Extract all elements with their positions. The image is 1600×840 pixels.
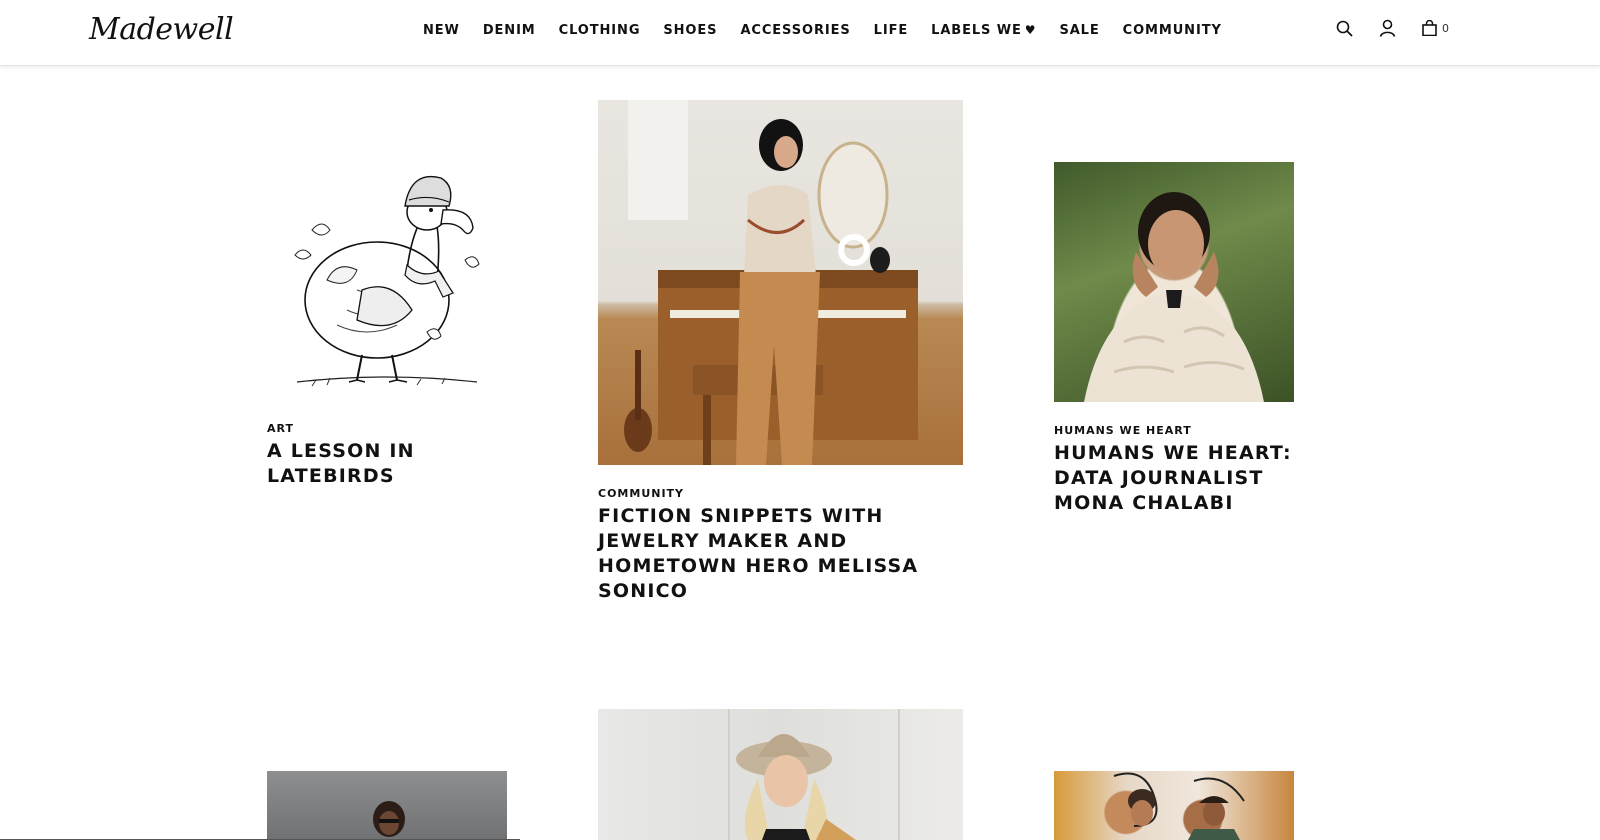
- nav-item-labels-we-heart[interactable]: LABELS WE ♥: [931, 23, 1036, 38]
- nav-item-life[interactable]: LIFE: [874, 23, 908, 38]
- nav-item-shoes[interactable]: SHOES: [663, 23, 717, 38]
- nav-item-sale[interactable]: SALE: [1059, 23, 1099, 38]
- article-card[interactable]: HUMANS WE HEART HUMANS WE HEART: DATA JO…: [1054, 162, 1294, 516]
- nav-item-new[interactable]: NEW: [423, 23, 460, 38]
- user-icon: [1379, 19, 1396, 37]
- heart-icon: ♥: [1024, 23, 1037, 37]
- dodo-illustration: [294, 175, 480, 387]
- article-image-piano[interactable]: [598, 100, 963, 465]
- article-image-bottom-left[interactable]: [267, 771, 507, 840]
- nav-item-clothing[interactable]: CLOTHING: [559, 23, 641, 38]
- woman-at-piano-photo: [624, 100, 918, 465]
- article-image-bottom-center[interactable]: [598, 709, 963, 840]
- account-button[interactable]: [1379, 19, 1396, 37]
- article-image-mona-chalabi[interactable]: [1054, 162, 1294, 402]
- article-category[interactable]: ART: [267, 422, 507, 435]
- bag-count: 0: [1442, 21, 1449, 35]
- article-image-bottom-right[interactable]: [1054, 771, 1294, 840]
- article-title[interactable]: HUMANS WE HEART: DATA JOURNALIST MONA CH…: [1054, 441, 1294, 516]
- article-card[interactable]: ART A LESSON IN LATEBIRDS: [267, 160, 507, 489]
- nav-item-community[interactable]: COMMUNITY: [1123, 23, 1222, 38]
- shopping-bag-icon: [1422, 20, 1437, 36]
- brand-logo[interactable]: Madewell: [89, 12, 234, 47]
- article-title[interactable]: FICTION SNIPPETS WITH JEWELRY MAKER AND …: [598, 504, 963, 604]
- header-utilities: 0: [1336, 19, 1449, 37]
- site-header: Madewell NEW DENIM CLOTHING SHOES ACCESS…: [0, 0, 1600, 66]
- woman-portrait-photo: [373, 801, 405, 837]
- article-card[interactable]: COMMUNITY FICTION SNIPPETS WITH JEWELRY …: [598, 100, 963, 604]
- article-title[interactable]: A LESSON IN LATEBIRDS: [267, 439, 507, 489]
- article-category[interactable]: HUMANS WE HEART: [1054, 424, 1294, 437]
- search-button[interactable]: [1336, 20, 1353, 37]
- nav-item-denim[interactable]: DENIM: [483, 23, 536, 38]
- bag-button[interactable]: 0: [1422, 20, 1449, 36]
- main-nav: NEW DENIM CLOTHING SHOES ACCESSORIES LIF…: [423, 23, 1245, 38]
- woman-in-hat-photo: [728, 709, 900, 840]
- search-icon: [1336, 20, 1353, 37]
- article-category[interactable]: COMMUNITY: [598, 487, 963, 500]
- nav-item-labels-label: LABELS WE: [931, 23, 1022, 38]
- mona-chalabi-photo: [1084, 192, 1264, 402]
- nav-item-accessories[interactable]: ACCESSORIES: [740, 23, 850, 38]
- article-image-dodo[interactable]: [267, 160, 507, 400]
- two-women-photo: [1113, 772, 1245, 840]
